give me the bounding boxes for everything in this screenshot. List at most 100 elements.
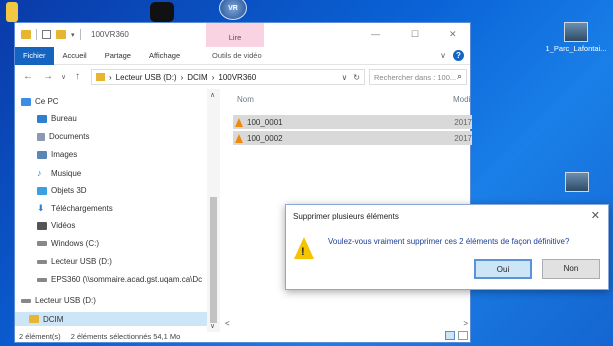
nav-item-eps360[interactable]: EPS360 (\\sommaire.acad.gst.uqam.ca\Dc xyxy=(37,275,202,284)
nav-item-label: Bureau xyxy=(51,114,77,123)
column-header-modified[interactable]: Modi xyxy=(453,95,470,104)
file-explorer-window: ▾ 100VR360 Lire — ☐ ✕ Fichier Accueil Pa… xyxy=(14,22,472,343)
app-icon xyxy=(150,2,174,22)
desktop-icon-image[interactable] xyxy=(560,172,594,194)
nav-item-videos[interactable]: Vidéos xyxy=(37,221,75,230)
computer-icon xyxy=(21,97,31,106)
nav-item-bureau[interactable]: Bureau xyxy=(37,114,77,123)
breadcrumb-100vr360[interactable]: 100VR360 xyxy=(218,73,256,82)
scroll-left-icon[interactable]: < xyxy=(225,319,230,328)
warning-mark: ! xyxy=(301,246,305,258)
image-icon xyxy=(37,150,47,159)
help-icon[interactable]: ? xyxy=(453,50,464,61)
file-name: 100_0002 xyxy=(247,133,283,143)
search-placeholder: Rechercher dans : 100... xyxy=(374,73,457,82)
download-icon: ⬇ xyxy=(37,203,45,213)
vlc-file-icon xyxy=(235,133,243,143)
details-view-icon[interactable] xyxy=(445,331,455,340)
tab-fichier[interactable]: Fichier xyxy=(15,46,54,65)
file-row[interactable]: 100_0001 2017 xyxy=(233,115,472,129)
breadcrumb-sep: › xyxy=(211,72,215,82)
vr-app-icon: VR xyxy=(219,0,247,20)
nav-item-documents[interactable]: Documents xyxy=(37,132,89,141)
nav-item-label: Musique xyxy=(51,168,82,178)
nav-item-label: Objets 3D xyxy=(51,186,87,195)
recent-locations-button[interactable]: ∨ xyxy=(61,73,66,81)
quick-access-toolbar: ▾ xyxy=(21,29,81,40)
vlc-file-icon xyxy=(235,117,243,127)
tab-outils-video[interactable]: Outils de vidéo xyxy=(203,51,271,60)
nav-scrollbar[interactable]: ∧ ∨ xyxy=(207,89,220,332)
nav-item-label: DCIM xyxy=(43,314,64,324)
large-icons-view-icon[interactable] xyxy=(458,331,468,340)
nav-item-label: EPS360 (\\sommaire.acad.gst.uqam.ca\Dc xyxy=(51,275,203,284)
address-bar[interactable]: › Lecteur USB (D:) › DCIM › 100VR360 xyxy=(91,69,365,85)
nav-item-windows-c[interactable]: Windows (C:) xyxy=(37,239,99,248)
nav-item-label: Ce PC xyxy=(35,97,59,106)
scroll-right-icon[interactable]: > xyxy=(463,319,468,328)
breadcrumb-usb[interactable]: Lecteur USB (D:) xyxy=(116,73,177,82)
document-icon xyxy=(37,132,45,141)
file-date: 2017 xyxy=(454,133,472,143)
nav-item-telechargements[interactable]: ⬇ Téléchargements xyxy=(37,203,113,214)
back-button[interactable]: ← xyxy=(23,71,33,82)
desktop-top-icons: VR xyxy=(0,0,300,24)
folder-icon xyxy=(29,315,39,323)
expand-ribbon-icon[interactable]: ∨ xyxy=(440,51,446,60)
scroll-up-icon[interactable]: ∧ xyxy=(210,91,215,99)
nav-item-dcim[interactable]: DCIM xyxy=(15,312,207,326)
music-icon: ♪ xyxy=(37,168,42,178)
minimize-button[interactable]: — xyxy=(371,29,380,39)
title-bar: ▾ 100VR360 Lire — ☐ ✕ xyxy=(15,23,470,47)
search-icon: ⌕ xyxy=(456,71,462,81)
cube-icon xyxy=(37,186,47,195)
new-folder-icon[interactable] xyxy=(56,30,66,39)
file-row[interactable]: 100_0002 2017 xyxy=(233,131,472,145)
dialog-close-button[interactable]: ✕ xyxy=(591,209,600,222)
nav-item-label: Vidéos xyxy=(51,221,76,230)
item-count: 2 élément(s) xyxy=(19,331,61,341)
address-row: ← → ∨ ↑ › Lecteur USB (D:) › DCIM › 100V… xyxy=(15,65,470,89)
nav-item-ce-pc[interactable]: Ce PC xyxy=(21,97,59,106)
ribbon-tabs: Fichier Accueil Partage Affichage Outils… xyxy=(15,46,470,65)
scroll-down-icon[interactable]: ∨ xyxy=(210,322,215,330)
content-hscrollbar[interactable]: < > xyxy=(221,317,472,330)
drive-icon xyxy=(37,241,47,246)
window-title: 100VR360 xyxy=(91,30,129,39)
file-name: 100_0001 xyxy=(247,117,283,127)
customize-toolbar-icon[interactable]: ▾ xyxy=(71,31,75,39)
up-button[interactable]: ↑ xyxy=(75,71,80,82)
nav-item-usb-d[interactable]: Lecteur USB (D:) xyxy=(37,257,112,266)
status-bar: 2 élément(s) 2 éléments sélectionnés 54,… xyxy=(15,330,472,342)
nav-item-musique[interactable]: ♪ Musique xyxy=(37,168,81,178)
nav-item-usb-d-root[interactable]: Lecteur USB (D:) xyxy=(21,296,96,305)
folder-icon xyxy=(6,2,18,22)
desktop-icon-parc-lafontaine[interactable]: 1_Parc_Lafontai... xyxy=(544,22,608,53)
delete-confirm-dialog: Supprimer plusieurs éléments ✕ ! Voulez-… xyxy=(285,204,609,290)
refresh-icon[interactable]: ↻ xyxy=(353,73,360,82)
tab-affichage[interactable]: Affichage xyxy=(140,51,189,60)
column-header-name[interactable]: Nom xyxy=(237,95,254,104)
nav-item-label: Windows (C:) xyxy=(51,239,100,248)
no-button[interactable]: Non xyxy=(542,259,600,279)
usb-icon xyxy=(21,298,31,303)
breadcrumb-dcim[interactable]: DCIM xyxy=(187,73,207,82)
scrollbar-thumb[interactable] xyxy=(210,197,217,323)
nav-item-objets-3d[interactable]: Objets 3D xyxy=(37,186,87,195)
maximize-button[interactable]: ☐ xyxy=(411,29,419,40)
tab-lire[interactable]: Lire xyxy=(206,23,264,47)
close-button[interactable]: ✕ xyxy=(449,29,457,40)
desktop-icon xyxy=(37,114,47,123)
address-dropdown-icon[interactable]: ∨ xyxy=(341,73,347,82)
tab-accueil[interactable]: Accueil xyxy=(54,51,96,60)
nav-item-images[interactable]: Images xyxy=(37,150,77,159)
yes-button[interactable]: Oui xyxy=(474,259,532,279)
properties-icon[interactable] xyxy=(42,30,51,39)
breadcrumb-sep: › xyxy=(109,72,112,82)
usb-icon xyxy=(37,259,47,264)
video-icon xyxy=(37,221,47,230)
nav-item-label: Lecteur USB (D:) xyxy=(51,257,112,266)
tab-partage[interactable]: Partage xyxy=(96,51,140,60)
forward-button[interactable]: → xyxy=(43,71,53,82)
search-input[interactable]: Rechercher dans : 100... ⌕ xyxy=(369,69,467,85)
